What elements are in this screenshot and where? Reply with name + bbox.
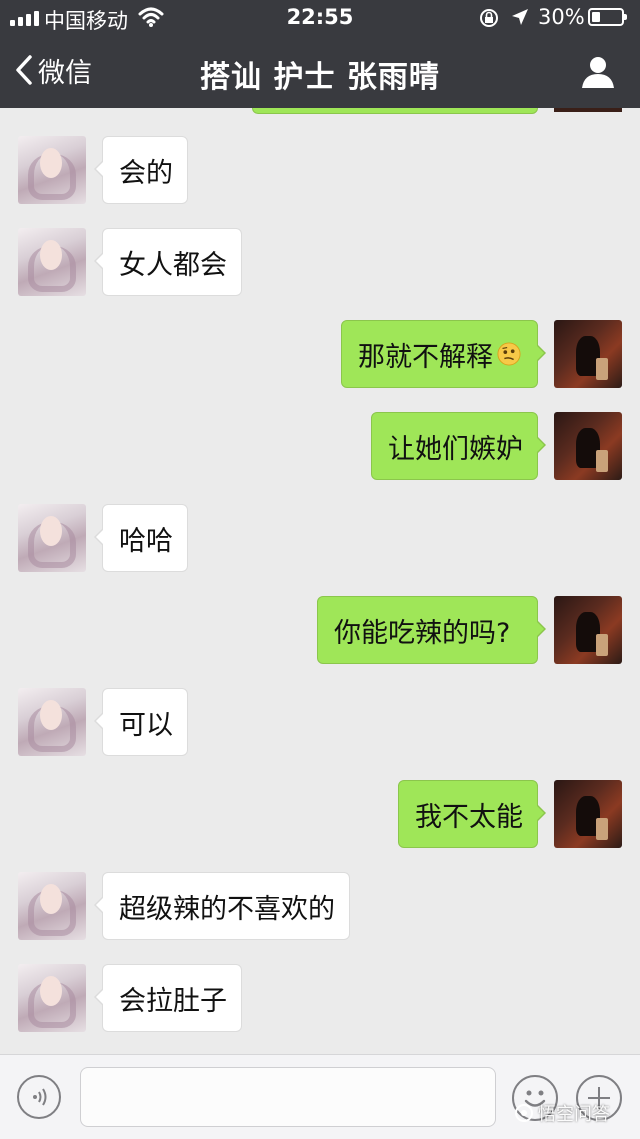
person-icon (582, 57, 614, 88)
message-text: 女人都会 (119, 249, 227, 281)
previous-outgoing-bubble (252, 108, 538, 114)
message-bubble[interactable]: 那就不解释 (341, 320, 546, 388)
message-bubble[interactable]: 哈哈 (94, 504, 188, 572)
contact-avatar[interactable] (18, 136, 86, 204)
incoming-message: 哈哈 (0, 504, 640, 574)
incoming-message: 女人都会 (0, 228, 640, 298)
my-avatar[interactable] (554, 412, 622, 480)
contact-avatar[interactable] (18, 228, 86, 296)
emoji-button[interactable] (512, 1075, 558, 1121)
outgoing-message: 你能吃辣的吗? (0, 596, 640, 666)
my-avatar[interactable] (554, 320, 622, 388)
outgoing-message: 那就不解释 (0, 320, 640, 390)
chat-area[interactable]: 会的女人都会那就不解释让她们嫉妒哈哈你能吃辣的吗? 可以我不太能超级辣的不喜欢的会… (0, 108, 640, 1054)
message-input[interactable] (80, 1067, 496, 1127)
outgoing-message: 让她们嫉妒 (0, 412, 640, 482)
message-bubble[interactable]: 会拉肚子 (94, 964, 242, 1032)
previous-outgoing-avatar (554, 108, 622, 112)
location-arrow-icon (512, 9, 528, 25)
message-text: 可以 (119, 709, 173, 741)
status-bar: 中国移动 22:55 30% (0, 0, 640, 36)
orientation-lock-icon (480, 9, 498, 27)
message-bubble[interactable]: 可以 (94, 688, 188, 756)
nav-header: 中国移动 22:55 30% 微信 搭讪 护士 张雨晴 (0, 0, 640, 108)
message-bubble[interactable]: 超级辣的不喜欢的 (94, 872, 350, 940)
message-bubble[interactable]: 会的 (94, 136, 188, 204)
chat-title: 搭讪 护士 张雨晴 (200, 60, 440, 95)
contact-avatar[interactable] (18, 504, 86, 572)
input-bar (0, 1054, 640, 1139)
outgoing-message: 我不太能 (0, 780, 640, 850)
voice-button[interactable] (17, 1075, 61, 1119)
message-text: 超级辣的不喜欢的 (119, 893, 335, 925)
voice-icon (33, 1088, 47, 1106)
message-text: 我不太能 (415, 801, 523, 833)
message-text: 让她们嫉妒 (388, 433, 523, 465)
contact-avatar[interactable] (18, 872, 86, 940)
incoming-message: 会的 (0, 136, 640, 206)
battery-level (592, 12, 600, 22)
message-text: 会拉肚子 (119, 985, 227, 1017)
message-text: 你能吃辣的吗? (334, 617, 511, 649)
contact-avatar[interactable] (18, 964, 86, 1032)
my-avatar[interactable] (554, 596, 622, 664)
battery-percent: 30% (538, 5, 585, 29)
message-text: 哈哈 (119, 525, 173, 557)
message-bubble[interactable]: 让她们嫉妒 (371, 412, 546, 480)
thinking-face-emoji (497, 342, 521, 366)
contact-avatar[interactable] (18, 688, 86, 756)
emoji-icon (524, 1090, 546, 1107)
message-bubble[interactable]: 女人都会 (94, 228, 242, 296)
profile-button[interactable] (580, 54, 616, 90)
message-bubble[interactable]: 我不太能 (398, 780, 546, 848)
incoming-message: 可以 (0, 688, 640, 758)
incoming-message: 超级辣的不喜欢的 (0, 872, 640, 942)
my-avatar[interactable] (554, 780, 622, 848)
battery-icon (588, 8, 627, 26)
message-text: 那就不解释 (358, 341, 493, 373)
incoming-message: 会拉肚子 (0, 964, 640, 1034)
message-text: 会的 (119, 157, 173, 189)
plus-button[interactable] (576, 1075, 622, 1121)
message-bubble[interactable]: 你能吃辣的吗? (317, 596, 546, 664)
